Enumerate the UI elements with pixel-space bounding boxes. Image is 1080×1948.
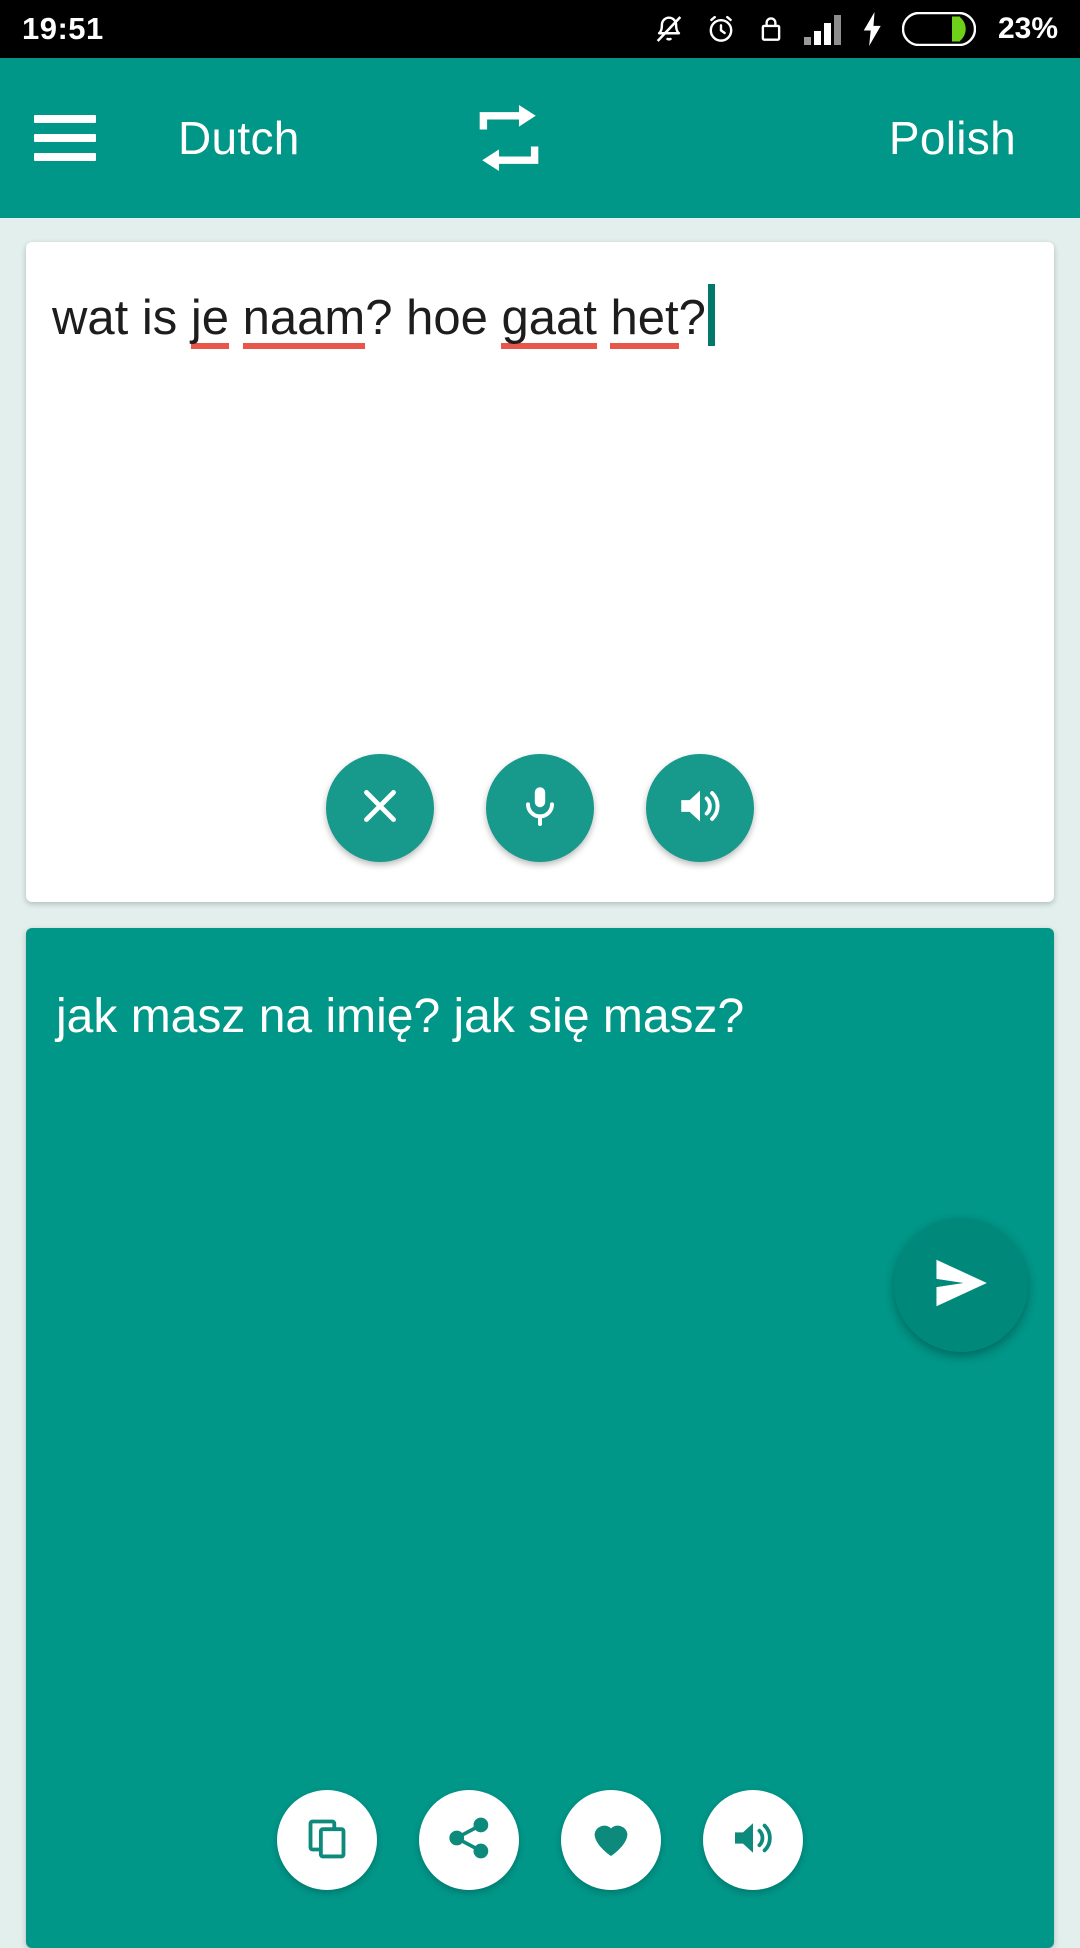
microphone-button[interactable] [486,754,594,862]
misspelled-word: het [610,291,679,349]
bell-off-icon [652,11,686,47]
share-button[interactable] [419,1790,519,1890]
target-action-buttons [26,1790,1054,1890]
status-time: 19:51 [22,11,104,46]
source-action-buttons [26,754,1054,862]
status-icons: 23% [652,11,1058,47]
clear-button[interactable] [326,754,434,862]
signal-bars-icon [803,13,844,45]
source-text-run: ? [678,291,706,345]
misspelled-word: gaat [501,291,597,349]
translated-text: jak masz na imię? jak się masz? [56,990,745,1043]
misspelled-word: naam [242,291,366,349]
app-bar: Dutch Polish [0,58,1080,218]
source-text-panel: wat is je naam? hoe gaat het? [26,242,1054,902]
target-language-selector[interactable]: Polish [889,111,1016,165]
speaker-icon [675,781,725,836]
microphone-icon [516,782,564,835]
translation-stage: wat is je naam? hoe gaat het? jak masz n… [0,218,1080,1948]
hamburger-menu-icon[interactable] [34,115,96,161]
copy-button[interactable] [277,1790,377,1890]
misspelled-word: je [190,291,230,349]
heart-icon [587,1814,635,1867]
target-text-panel: jak masz na imię? jak się masz? [26,928,1054,1948]
lock-icon [756,11,786,47]
close-icon [355,781,405,836]
speak-source-button[interactable] [646,754,754,862]
source-language-selector[interactable]: Dutch [178,111,300,165]
source-text-content: wat is je naam? hoe gaat het? [52,291,706,349]
source-text-input[interactable]: wat is je naam? hoe gaat het? [52,284,715,349]
alarm-clock-icon [704,11,738,47]
copy-icon [304,1815,350,1866]
status-bar: 19:51 23% [0,0,1080,58]
speaker-icon [729,1814,777,1867]
swap-languages-icon[interactable] [470,101,548,175]
source-text-run: ? hoe [365,291,502,345]
source-text-run [229,291,243,345]
charging-bolt-icon [862,12,884,46]
translate-send-button[interactable] [894,1218,1028,1352]
speak-target-button[interactable] [703,1790,803,1890]
send-icon [930,1255,992,1316]
source-text-run: wat is [52,291,191,345]
source-text-run [597,291,611,345]
share-icon [446,1815,492,1866]
text-cursor [707,284,715,346]
battery-icon [901,12,976,46]
battery-percentage: 23% [997,12,1058,45]
favorite-button[interactable] [561,1790,661,1890]
